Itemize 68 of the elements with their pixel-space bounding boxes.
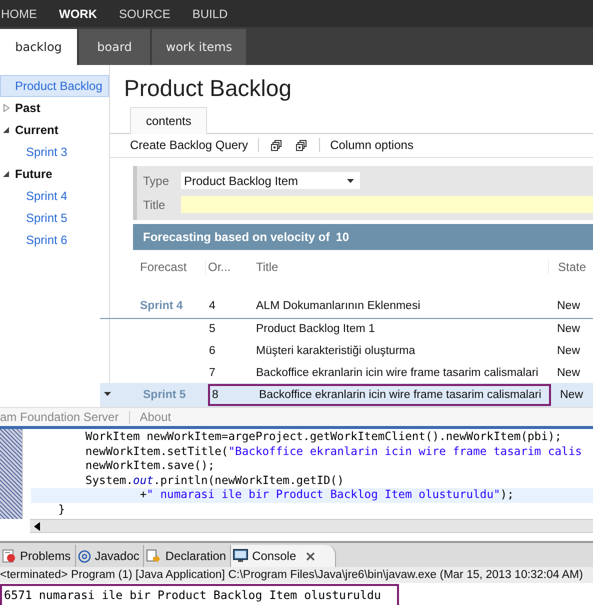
declaration-icon bbox=[146, 548, 162, 564]
table-cell-text: Müşteri karakteristiği oluşturma bbox=[255, 345, 416, 357]
table-cell-text: Backoffice ekranlarin icin wire frame tasarim calismalari bbox=[258, 389, 542, 401]
table-cell-text: 5 bbox=[208, 323, 216, 335]
view-tab[interactable]: Console bbox=[231, 545, 336, 567]
table-cell-text: Product Backlog Item 1 bbox=[255, 323, 376, 335]
sidebar-item[interactable]: Sprint 4 bbox=[0, 185, 109, 207]
caret-icon bbox=[347, 178, 354, 183]
table-cell-text: Backoffice ekranlarin icin wire frame tasarim calismalari bbox=[255, 367, 540, 379]
velocity-value: 10 bbox=[336, 230, 350, 244]
page-title: Product Backlog bbox=[124, 74, 292, 102]
table-cell-text: 6 bbox=[208, 345, 216, 357]
problems-icon bbox=[2, 549, 16, 563]
sidebar-item[interactable]: Sprint 3 bbox=[0, 141, 109, 163]
column-header[interactable]: State bbox=[548, 260, 593, 274]
nav-tab[interactable]: HOME bbox=[1, 6, 47, 20]
expanded-icon[interactable] bbox=[3, 170, 10, 178]
type-label: Type bbox=[143, 174, 170, 188]
expanded-icon[interactable] bbox=[3, 126, 10, 134]
sidebar-item[interactable]: Sprint 5 bbox=[0, 207, 109, 229]
title-label: Title bbox=[143, 198, 166, 212]
title-input[interactable] bbox=[181, 196, 593, 214]
sidebar-group[interactable]: Current bbox=[15, 123, 58, 137]
column-header[interactable]: Forecast bbox=[140, 260, 205, 274]
code-line: System.out.println(newWorkItem.getID() bbox=[84, 474, 345, 488]
table-cell-text: New bbox=[556, 367, 582, 379]
tab[interactable]: work items bbox=[152, 29, 246, 65]
code-line: WorkItem newWorkItem=argeProject.getWorkItemClient().newWorkItem(pbi); bbox=[84, 430, 563, 444]
toolbar-button[interactable]: Create Backlog Query bbox=[130, 138, 248, 152]
nav-tab[interactable]: SOURCE bbox=[107, 6, 180, 20]
table-cell-text: New bbox=[556, 300, 582, 312]
sidebar-item[interactable]: Product Backlog bbox=[0, 75, 109, 97]
sidebar-group[interactable]: Past bbox=[15, 101, 40, 115]
table-cell-text: New bbox=[559, 389, 584, 401]
tab[interactable]: board bbox=[79, 29, 150, 65]
table-cell-text: 4 bbox=[208, 300, 216, 312]
table-row[interactable]: Sprint 5 8 Backoffice ekranlarin icin wire frame tasarim calismalari New bbox=[100, 383, 593, 407]
column-header[interactable]: Title bbox=[250, 260, 548, 274]
nav-tab[interactable]: BUILD bbox=[180, 6, 238, 20]
column-header[interactable]: Or... bbox=[205, 260, 250, 274]
table-cell-text: ALM Dokumanlarının Eklenmesi bbox=[255, 300, 422, 312]
code-line: newWorkItem.setTitle("Backoffice ekranlarin icin wire frame tasarim calis bbox=[84, 444, 583, 459]
horizontal-scrollbar[interactable] bbox=[30, 519, 593, 533]
nav-tab[interactable]: WORK bbox=[47, 6, 107, 20]
caret-icon[interactable] bbox=[104, 392, 111, 396]
console-header: <terminated> Program (1) [Java Application] C:\Program Files\Java\jre6\bin\javaw.exe (Mar 15, 2013 10:32:04 AM) bbox=[0, 567, 593, 583]
scroll-left-icon[interactable] bbox=[34, 522, 40, 530]
stacked-windows-icon[interactable] bbox=[271, 140, 282, 151]
code-line: newWorkItem.save(); bbox=[84, 459, 216, 474]
banner-text: Forecasting based on velocity of bbox=[143, 230, 330, 244]
toolbar-button[interactable]: Column options bbox=[330, 138, 414, 152]
tab[interactable]: contents bbox=[130, 107, 208, 134]
collapsed-icon[interactable] bbox=[3, 104, 10, 112]
table-cell-text: New bbox=[556, 345, 582, 357]
stacked-windows-icon[interactable] bbox=[296, 140, 308, 151]
console-output: 6571 numarasi ile bir Product Backlog Item olusturuldu bbox=[0, 584, 399, 605]
sprint-label: Sprint 5 bbox=[143, 389, 187, 401]
sidebar-group[interactable]: Future bbox=[15, 167, 52, 181]
table-cell-text: 7 bbox=[208, 367, 216, 379]
code-line: } bbox=[57, 502, 66, 517]
table-cell-text: New bbox=[556, 323, 582, 335]
table-cell-text: 8 bbox=[211, 389, 220, 401]
sidebar-item[interactable]: Sprint 6 bbox=[0, 229, 109, 251]
sprint-label: Sprint 4 bbox=[140, 300, 184, 312]
type-dropdown[interactable]: Product Backlog Item bbox=[181, 172, 360, 190]
monitor-icon bbox=[233, 549, 248, 563]
tab[interactable]: backlog bbox=[0, 29, 77, 65]
close-icon[interactable] bbox=[306, 552, 316, 560]
